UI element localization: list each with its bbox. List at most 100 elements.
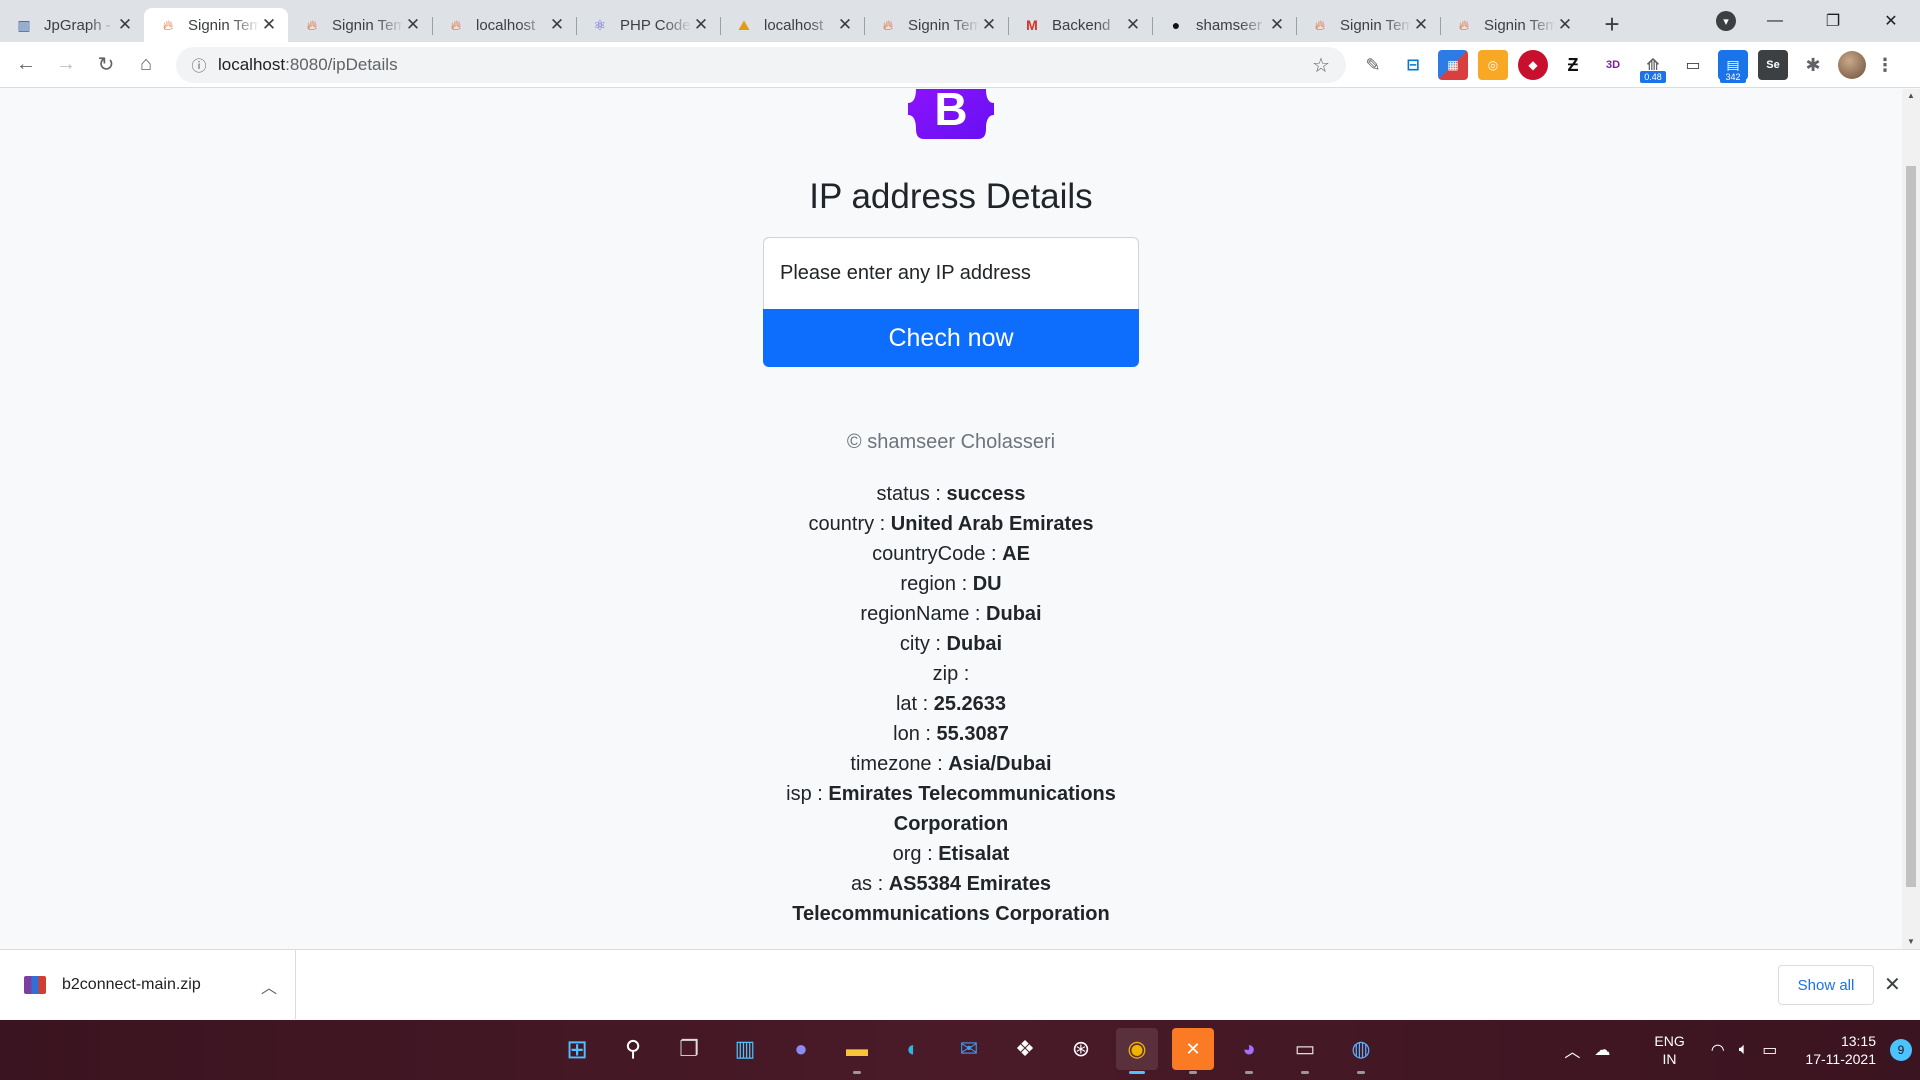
profile-avatar[interactable] — [1838, 51, 1866, 79]
xampp-icon[interactable]: ✕ — [1172, 1028, 1214, 1074]
scroll-down-icon[interactable]: ▼ — [1906, 937, 1916, 947]
menu-kebab-icon[interactable]: ⋮ — [1876, 50, 1894, 80]
address-url[interactable]: localhost:8080/ipDetails — [218, 55, 1306, 75]
close-tab-icon[interactable]: ✕ — [980, 16, 998, 34]
winrar-file-icon — [24, 975, 46, 994]
scroll-up-icon[interactable]: ▲ — [1906, 91, 1916, 101]
speed-extension-icon[interactable]: ⟰ 0.48 — [1638, 50, 1668, 83]
clock[interactable]: 13:15 17-11-2021 — [1805, 1032, 1876, 1068]
mail-icon[interactable]: ✉ — [948, 1028, 990, 1070]
browser-tab[interactable]: ⚛ PHP Code ✕ — [576, 8, 720, 42]
close-tab-icon[interactable]: ✕ — [116, 16, 134, 34]
red-circle-extension-icon[interactable]: ◆ — [1518, 50, 1548, 80]
detail-key: isp — [786, 783, 812, 805]
close-tab-icon[interactable]: ✕ — [548, 16, 566, 34]
ip-address-input[interactable] — [763, 237, 1139, 309]
address-bar[interactable]: ⓘ localhost:8080/ipDetails ☆ — [176, 47, 1346, 83]
browser-tab[interactable]: 🔥︎ Signin Template✕ — [864, 8, 1008, 42]
selenium-extension-icon[interactable]: Se — [1758, 50, 1788, 80]
browser-toolbar: ← → ↻ ⌂ ⓘ localhost:8080/ipDetails ☆ ✎ ⊟… — [0, 42, 1920, 88]
bootstrap-logo: B — [908, 89, 994, 139]
close-window-button[interactable]: ✕ — [1862, 0, 1920, 42]
search-icon[interactable]: ⚲ — [612, 1028, 654, 1070]
volume-icon[interactable]: 🔈︎ — [1739, 1041, 1749, 1059]
chevron-up-tray-icon[interactable]: ︿ — [1564, 1038, 1580, 1062]
detail-row: as : AS5384 Emirates Telecommunications … — [792, 873, 1110, 925]
back-icon[interactable]: ← — [8, 47, 44, 83]
check-now-button[interactable]: Chech now — [763, 309, 1139, 367]
vlc-icon[interactable]: ⊛ — [1060, 1028, 1102, 1070]
scrollbar-thumb[interactable] — [1906, 166, 1916, 887]
restore-button[interactable]: ❐ — [1804, 0, 1862, 42]
ip-form: Chech now — [763, 237, 1139, 367]
file-explorer-icon[interactable]: ▬ — [836, 1028, 878, 1074]
close-tab-icon[interactable]: ✕ — [404, 16, 422, 34]
close-tab-icon[interactable]: ✕ — [1268, 16, 1286, 34]
browser-tab[interactable]: 🔥︎ Signin Template✕ — [1296, 8, 1440, 42]
browser-tab[interactable]: 🔥︎ Signin Template✕ — [144, 8, 288, 42]
forward-icon[interactable]: → — [48, 47, 84, 83]
close-tab-icon[interactable]: ✕ — [1412, 16, 1430, 34]
tab-search-icon[interactable]: ▾ — [1716, 11, 1736, 31]
notification-badge[interactable]: 9 — [1890, 1039, 1912, 1061]
show-all-button[interactable]: Show all — [1778, 965, 1874, 1005]
close-shelf-icon[interactable]: ✕ — [1884, 972, 1901, 997]
orange-extension-icon[interactable]: ◎ — [1478, 50, 1508, 80]
outlook-extension-icon[interactable]: ⊟ — [1398, 50, 1428, 80]
browser-tab[interactable]: 🔥︎ localhost ✕ — [432, 8, 576, 42]
tab-title: Backend — [1052, 16, 1111, 34]
tab-strip: ▥JpGraph -✕🔥︎Signin Template✕🔥︎Signin Te… — [0, 0, 1920, 42]
close-tab-icon[interactable]: ✕ — [1124, 16, 1142, 34]
browser-tab[interactable]: ● shamseer ✕ — [1152, 8, 1296, 42]
site-info-icon[interactable]: ⓘ — [188, 54, 210, 76]
task-view-icon[interactable]: ❐ — [668, 1028, 710, 1070]
browser-tab[interactable]: 🔥︎ Signin Template✕ — [1440, 8, 1584, 42]
chevron-up-icon[interactable]: ︿ — [261, 974, 277, 998]
battery-icon[interactable]: ▭ — [1762, 1040, 1777, 1060]
dropbox-icon[interactable]: ❖ — [1004, 1028, 1046, 1070]
browser-tab[interactable]: M Backend ✕ — [1008, 8, 1152, 42]
text-extension-icon[interactable]: Ƶ — [1558, 50, 1588, 80]
github-desktop-icon[interactable]: ◕ — [1228, 1028, 1270, 1074]
browser-tab[interactable]: ⛰ localhost ✕ — [720, 8, 864, 42]
download-shelf: b2connect-main.zip ︿ Show all ✕ — [0, 949, 1920, 1019]
detail-row: regionName : Dubai — [860, 603, 1042, 625]
browser-tab[interactable]: ▥ JpGraph - ✕ — [0, 8, 144, 42]
onedrive-icon[interactable]: ☁ — [1594, 1040, 1610, 1060]
home-icon[interactable]: ⌂ — [128, 47, 164, 83]
close-tab-icon[interactable]: ✕ — [836, 16, 854, 34]
close-tab-icon[interactable]: ✕ — [260, 16, 278, 34]
browser-tab[interactable]: 🔥︎ Signin Template✕ — [288, 8, 432, 42]
app-globe-icon[interactable]: ◍ — [1340, 1028, 1382, 1074]
detail-row: status : success — [876, 483, 1026, 505]
start-windows-icon[interactable]: ⊞ — [556, 1028, 598, 1070]
chrome-icon[interactable]: ◉ — [1116, 1028, 1158, 1074]
clock-time: 13:15 — [1840, 1033, 1876, 1049]
cast-extension-icon[interactable]: ▭ — [1678, 50, 1708, 80]
url-path: :8080/ipDetails — [285, 55, 398, 74]
teams-chat-icon[interactable]: ● — [780, 1028, 822, 1070]
tab-title: localhost — [476, 16, 536, 34]
edge-icon[interactable]: ◐ — [892, 1028, 934, 1070]
wifi-icon[interactable]: ◠ — [1711, 1040, 1725, 1060]
new-tab-icon[interactable]: + — [1594, 7, 1630, 41]
grid-extension-icon[interactable]: ▦ — [1438, 50, 1468, 80]
detail-key: timezone — [850, 753, 932, 775]
detail-key: zip — [932, 663, 959, 685]
terminal-icon[interactable]: ▭ — [1284, 1028, 1326, 1074]
close-tab-icon[interactable]: ✕ — [1556, 16, 1574, 34]
download-item[interactable]: b2connect-main.zip ︿ — [0, 950, 296, 1019]
close-tab-icon[interactable]: ✕ — [692, 16, 710, 34]
page-scrollbar[interactable]: ▲ ▼ — [1902, 89, 1920, 949]
minimize-button[interactable]: — — [1746, 0, 1804, 42]
language-indicator[interactable]: ENG IN — [1654, 1032, 1684, 1068]
tab-title: localhost — [764, 16, 824, 34]
puzzle-extensions-icon[interactable]: ✱ — [1798, 50, 1828, 80]
detail-row: city : Dubai — [899, 633, 1003, 655]
eyedropper-extension-icon[interactable]: ✎ — [1358, 50, 1388, 80]
3d-extension-icon[interactable]: 3D — [1598, 50, 1628, 80]
counter-extension-icon[interactable]: ▤ 342 — [1718, 50, 1748, 83]
reload-icon[interactable]: ↻ — [88, 47, 124, 83]
widgets-icon[interactable]: ▥ — [724, 1028, 766, 1070]
bookmark-star-icon[interactable]: ☆ — [1306, 53, 1336, 78]
